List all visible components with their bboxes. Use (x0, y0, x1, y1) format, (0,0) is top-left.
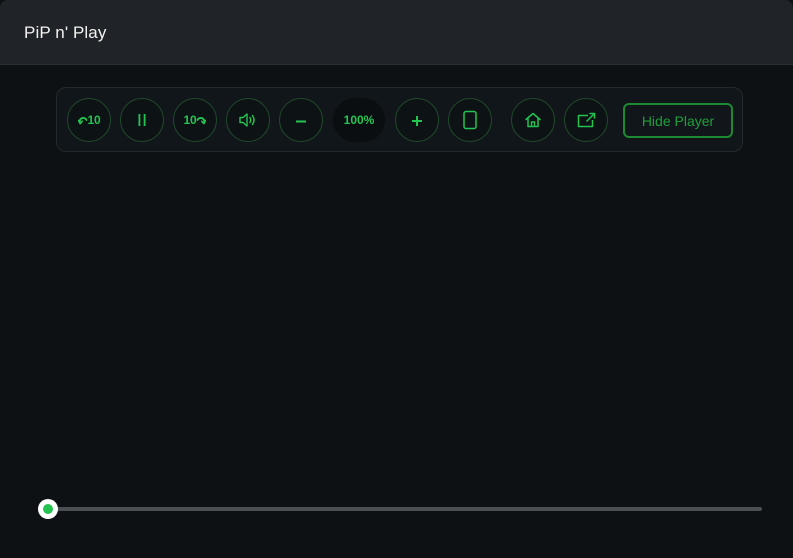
speaker-icon (239, 113, 255, 127)
popout-button[interactable] (564, 98, 608, 142)
seek-thumb[interactable] (38, 499, 58, 519)
plus-icon (412, 116, 422, 126)
seek-track[interactable] (48, 507, 762, 511)
minus-icon (296, 120, 306, 123)
title-bar[interactable]: PiP n' Play (0, 0, 793, 65)
forward-icon (197, 117, 207, 125)
forward-10-button[interactable]: 10 (173, 98, 217, 142)
hide-player-button[interactable]: Hide Player (623, 103, 733, 138)
pause-button[interactable] (120, 98, 164, 142)
volume-button[interactable] (226, 98, 270, 142)
pip-window: PiP n' Play 10 10 100% Hide Player (0, 0, 793, 558)
rewind-seconds-label: 10 (87, 113, 101, 127)
tablet-icon (463, 110, 477, 130)
zoom-level-readout: 100% (333, 98, 385, 142)
forward-seconds-label: 10 (183, 113, 197, 127)
seek-thumb-center (43, 504, 53, 514)
zoom-out-button[interactable] (279, 98, 323, 142)
rotate-button[interactable] (448, 98, 492, 142)
popout-icon (577, 112, 596, 128)
rewind-icon (77, 117, 87, 125)
pause-icon (138, 114, 146, 126)
window-title: PiP n' Play (24, 23, 107, 42)
home-icon (525, 112, 541, 128)
home-button[interactable] (511, 98, 555, 142)
zoom-in-button[interactable] (395, 98, 439, 142)
rewind-10-button[interactable]: 10 (67, 98, 111, 142)
